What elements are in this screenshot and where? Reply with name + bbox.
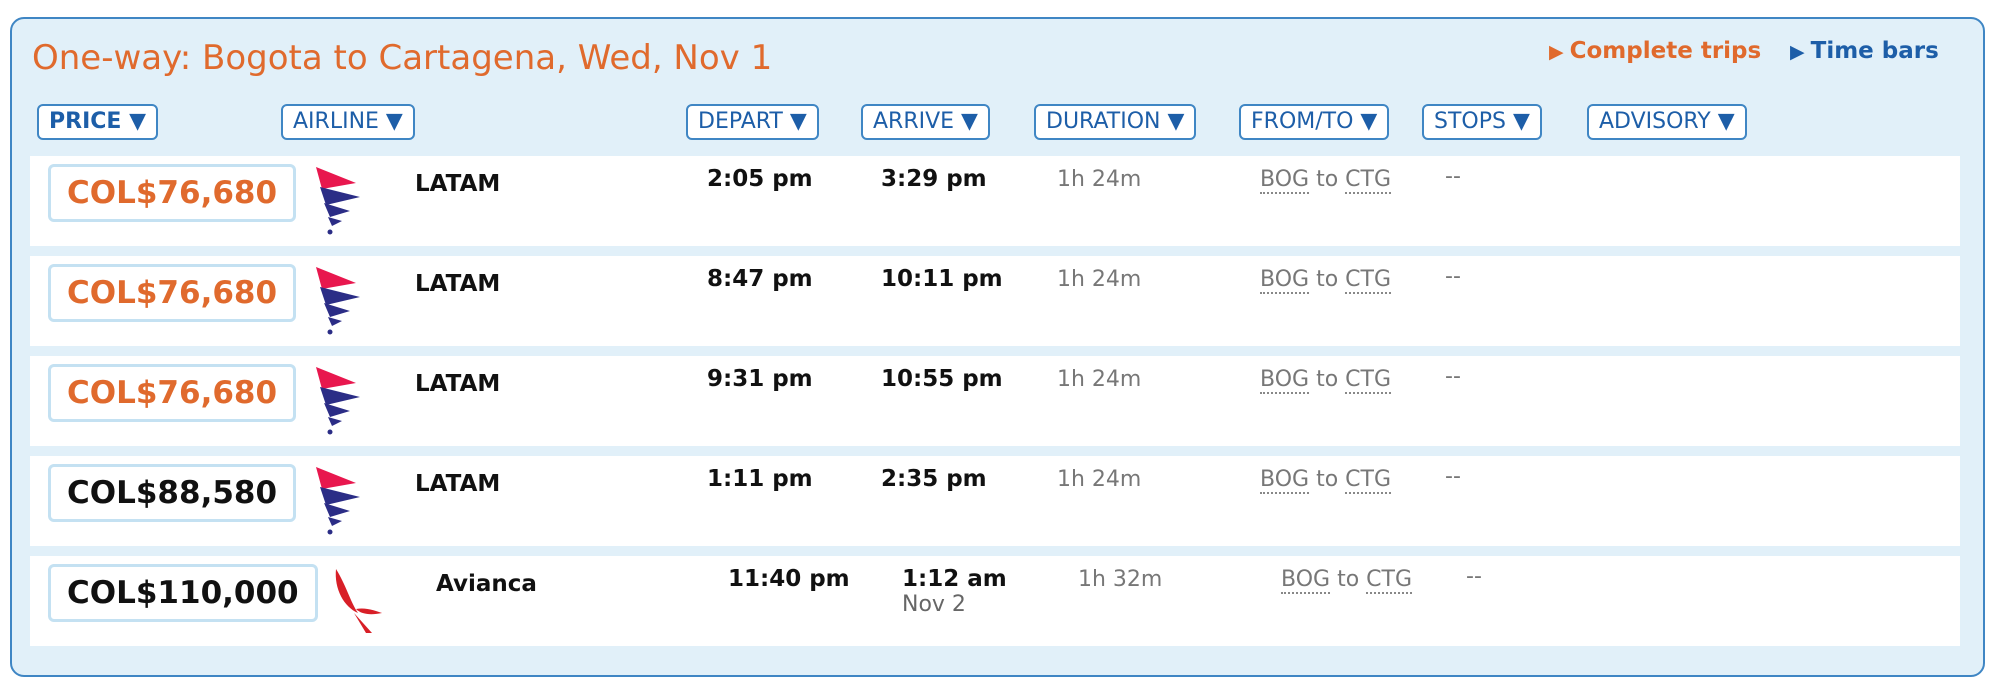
arrive-time: 2:35 pm xyxy=(881,466,987,492)
stops: -- xyxy=(1445,264,1461,289)
latam-logo-icon xyxy=(316,467,360,535)
route-to-word: to xyxy=(1316,467,1339,492)
stops: -- xyxy=(1445,164,1461,189)
latam-logo-icon xyxy=(316,267,360,335)
latam-logo-icon xyxy=(316,367,360,435)
destination-airport-link[interactable]: CTG xyxy=(1345,267,1392,294)
duration: 1h 24m xyxy=(1057,167,1142,192)
airline-name: LATAM xyxy=(415,271,501,297)
route: BOG to CTG xyxy=(1260,467,1392,494)
destination-airport-link[interactable]: CTG xyxy=(1345,367,1392,394)
time-bars-link[interactable]: ▶ Time bars xyxy=(1790,38,1939,64)
destination-airport-link[interactable]: CTG xyxy=(1366,567,1413,594)
price-button[interactable]: COL$110,000 xyxy=(48,564,318,622)
route-to-word: to xyxy=(1316,367,1339,392)
complete-trips-label: Complete trips xyxy=(1569,38,1762,64)
depart-time: 1:11 pm xyxy=(707,466,813,492)
sort-fromto-button[interactable]: FROM/TO ▼ xyxy=(1239,104,1390,140)
origin-airport-link[interactable]: BOG xyxy=(1281,567,1331,594)
duration: 1h 24m xyxy=(1057,267,1142,292)
destination-airport-link[interactable]: CTG xyxy=(1345,467,1392,494)
duration: 1h 32m xyxy=(1078,567,1163,592)
depart-time: 8:47 pm xyxy=(707,266,813,292)
arrive-time: 1:12 am xyxy=(902,566,1007,592)
route-to-word: to xyxy=(1316,167,1339,192)
page-title: One-way: Bogota to Cartagena, Wed, Nov 1 xyxy=(32,38,773,78)
price-button[interactable]: COL$76,680 xyxy=(48,364,297,422)
arrive-time: 10:11 pm xyxy=(881,266,1003,292)
sort-duration-button[interactable]: DURATION ▼ xyxy=(1034,104,1197,140)
triangle-right-icon: ▶ xyxy=(1549,41,1564,63)
origin-airport-link[interactable]: BOG xyxy=(1260,167,1310,194)
airline-name: LATAM xyxy=(415,471,501,497)
price-button[interactable]: COL$88,580 xyxy=(48,464,297,522)
flight-row[interactable]: COL$76,680 LATAM 2:05 pm 3:29 pm 1h 24m … xyxy=(30,156,1960,246)
route-to-word: to xyxy=(1337,567,1360,592)
sort-arrive-button[interactable]: ARRIVE ▼ xyxy=(861,104,990,140)
latam-logo-icon xyxy=(316,167,360,235)
sort-depart-button[interactable]: DEPART ▼ xyxy=(686,104,819,140)
duration: 1h 24m xyxy=(1057,467,1142,492)
route: BOG to CTG xyxy=(1281,567,1413,594)
sort-airline-button[interactable]: AIRLINE ▼ xyxy=(281,104,415,140)
flight-row[interactable]: COL$76,680 LATAM 9:31 pm 10:55 pm 1h 24m… xyxy=(30,356,1960,446)
sort-advisory-button[interactable]: ADVISORY ▼ xyxy=(1587,104,1747,140)
stops: -- xyxy=(1466,564,1482,589)
price-button[interactable]: COL$76,680 xyxy=(48,264,297,322)
route: BOG to CTG xyxy=(1260,267,1392,294)
complete-trips-link[interactable]: ▶ Complete trips xyxy=(1549,38,1761,64)
route-to-word: to xyxy=(1316,267,1339,292)
airline-name: LATAM xyxy=(415,371,501,397)
time-bars-label: Time bars xyxy=(1810,38,1939,64)
flight-row[interactable]: COL$76,680 LATAM 8:47 pm 10:11 pm 1h 24m… xyxy=(30,256,1960,346)
sort-price-button[interactable]: PRICE ▼ xyxy=(37,104,159,140)
airline-name: LATAM xyxy=(415,171,501,197)
origin-airport-link[interactable]: BOG xyxy=(1260,267,1310,294)
airline-name: Avianca xyxy=(436,571,537,597)
stops: -- xyxy=(1445,464,1461,489)
arrive-date: Nov 2 xyxy=(902,592,966,617)
triangle-right-icon: ▶ xyxy=(1790,41,1805,63)
origin-airport-link[interactable]: BOG xyxy=(1260,367,1310,394)
flight-row[interactable]: COL$110,000 Avianca 11:40 pm 1:12 am Nov… xyxy=(30,556,1960,646)
stops: -- xyxy=(1445,364,1461,389)
origin-airport-link[interactable]: BOG xyxy=(1260,467,1310,494)
depart-time: 11:40 pm xyxy=(728,566,850,592)
depart-time: 2:05 pm xyxy=(707,166,813,192)
avianca-logo-icon xyxy=(335,569,382,633)
sort-stops-button[interactable]: STOPS ▼ xyxy=(1422,104,1542,140)
duration: 1h 24m xyxy=(1057,367,1142,392)
route: BOG to CTG xyxy=(1260,167,1392,194)
depart-time: 9:31 pm xyxy=(707,366,813,392)
arrive-time: 3:29 pm xyxy=(881,166,987,192)
arrive-time: 10:55 pm xyxy=(881,366,1003,392)
price-button[interactable]: COL$76,680 xyxy=(48,164,297,222)
route: BOG to CTG xyxy=(1260,367,1392,394)
flight-row[interactable]: COL$88,580 LATAM 1:11 pm 2:35 pm 1h 24m … xyxy=(30,456,1960,546)
destination-airport-link[interactable]: CTG xyxy=(1345,167,1392,194)
